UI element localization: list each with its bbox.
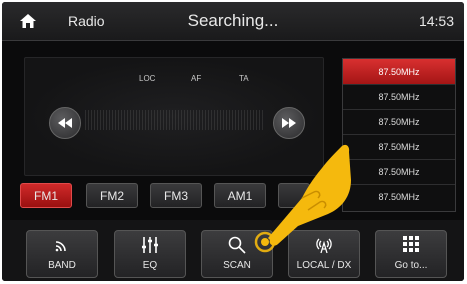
eq-button[interactable]: EQ [114,230,186,278]
band-button[interactable]: BAND [26,230,98,278]
equalizer-icon [142,237,158,253]
bottom-toolbar: BAND EQ SCAN LOCAL / DX Go to... [2,220,464,281]
search-icon [228,236,246,254]
scan-button[interactable]: SCAN [201,230,273,278]
band-button-label: BAND [48,260,76,271]
eq-button-label: EQ [142,260,158,271]
loc-flag: LOC [139,74,156,83]
rewind-icon [58,118,72,128]
preset-item[interactable]: 87.50MHz [343,109,455,135]
goto-button[interactable]: Go to... [375,230,447,278]
preset-item[interactable]: 87.50MHz [343,159,455,185]
seek-back-button[interactable] [49,107,81,139]
band-am2-button[interactable] [278,183,310,208]
scan-button-label: SCAN [223,260,251,271]
fast-forward-icon [282,118,296,128]
signal-waveform [85,110,263,130]
band-fm3-button[interactable]: FM3 [150,183,202,208]
band-fm2-button[interactable]: FM2 [86,183,138,208]
keypad-icon [403,236,419,252]
top-bar: Radio Searching... 14:53 [2,2,464,41]
radio-screen: Radio Searching... 14:53 LOC AF TA FM1 F… [2,2,464,281]
local-dx-button-label: LOCAL / DX [296,260,352,271]
ta-flag: TA [239,74,249,83]
preset-list: 87.50MHz 87.50MHz 87.50MHz 87.50MHz 87.5… [342,58,456,212]
antenna-icon [316,238,332,254]
seek-forward-button[interactable] [273,107,305,139]
local-dx-button[interactable]: LOCAL / DX [288,230,360,278]
band-fm1-button[interactable]: FM1 [20,183,72,208]
band-signal-icon [55,241,66,252]
goto-button-label: Go to... [394,260,428,271]
status-text: Searching... [187,11,279,30]
band-am1-button[interactable]: AM1 [214,183,266,208]
preset-item[interactable]: 87.50MHz [343,84,455,110]
af-flag: AF [191,74,202,83]
tuner-panel: LOC AF TA [24,57,324,176]
preset-item[interactable]: 87.50MHz [343,59,455,85]
preset-item[interactable]: 87.50MHz [343,184,455,209]
clock: 14:53 [418,13,454,29]
preset-item[interactable]: 87.50MHz [343,134,455,160]
